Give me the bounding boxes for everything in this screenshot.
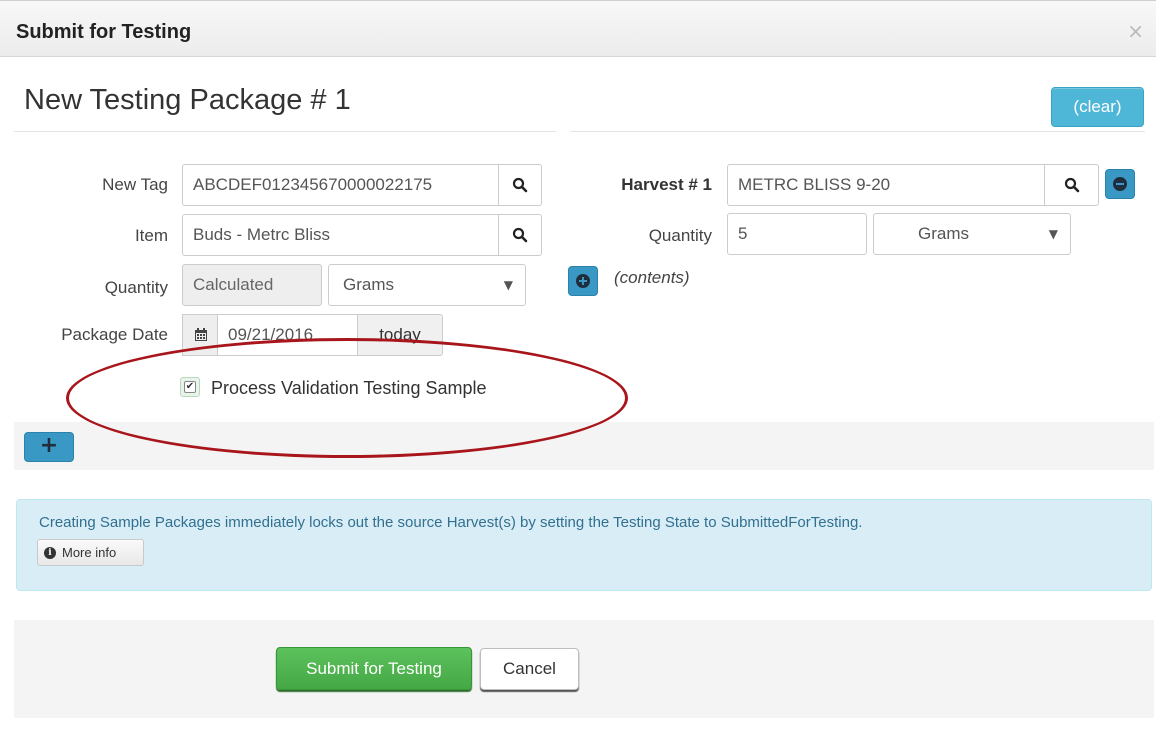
item-input[interactable]: Buds - Metrc Bliss	[182, 214, 499, 256]
search-icon	[512, 177, 528, 193]
harvest-quantity-label: Quantity	[648, 226, 712, 245]
add-package-button[interactable]: +	[24, 432, 74, 462]
dialog-header: Submit for Testing ×	[0, 0, 1156, 57]
clear-button[interactable]: (clear)	[1051, 87, 1144, 127]
chevron-down-icon: ▼	[1048, 227, 1058, 241]
harvest-quantity-unit-select[interactable]: Grams ▼	[873, 213, 1071, 255]
harvest-label: Harvest # 1	[621, 175, 712, 194]
item-label: Item	[134, 226, 168, 245]
harvest-input[interactable]: METRC BLISS 9-20	[727, 164, 1045, 206]
quantity-unit-select[interactable]: Grams ▼	[328, 264, 526, 306]
info-message: Creating Sample Packages immediately loc…	[39, 514, 863, 531]
harvest-quantity-input[interactable]: 5	[727, 213, 867, 255]
remove-harvest-button[interactable]	[1105, 169, 1135, 199]
dialog-footer	[14, 620, 1154, 718]
quantity-unit-value: Grams	[343, 275, 394, 294]
more-info-label: More info	[62, 545, 117, 560]
more-info-button[interactable]: i More info	[37, 539, 144, 566]
plus-icon: +	[39, 433, 59, 458]
search-icon	[1064, 177, 1080, 193]
plus-circle-icon	[576, 274, 590, 288]
minus-circle-icon	[1113, 177, 1127, 191]
contents-label: (contents)	[614, 268, 690, 287]
package-date-label: Package Date	[61, 325, 168, 344]
add-contents-button[interactable]	[568, 266, 598, 296]
close-icon[interactable]: ×	[1127, 21, 1144, 41]
info-circle-icon: i	[44, 546, 56, 559]
search-icon	[512, 227, 528, 243]
submit-for-testing-button[interactable]: Submit for Testing	[276, 647, 472, 690]
package-title: New Testing Package # 1	[24, 84, 351, 116]
new-tag-label: New Tag	[102, 175, 168, 194]
quantity-label: Quantity	[104, 278, 168, 297]
divider	[14, 131, 556, 132]
item-search-button[interactable]	[498, 214, 542, 256]
info-alert: Creating Sample Packages immediately loc…	[16, 499, 1152, 591]
new-tag-input[interactable]: ABCDEF012345670000022175	[182, 164, 499, 206]
new-tag-search-button[interactable]	[498, 164, 542, 206]
harvest-search-button[interactable]	[1044, 164, 1099, 206]
quantity-input: Calculated	[182, 264, 322, 306]
harvest-quantity-unit-value: Grams	[918, 224, 969, 243]
cancel-button[interactable]: Cancel	[480, 648, 579, 690]
divider	[570, 131, 1145, 132]
chevron-down-icon: ▼	[503, 278, 513, 292]
annotation-ellipse	[66, 338, 628, 458]
dialog-title: Submit for Testing	[16, 21, 192, 43]
